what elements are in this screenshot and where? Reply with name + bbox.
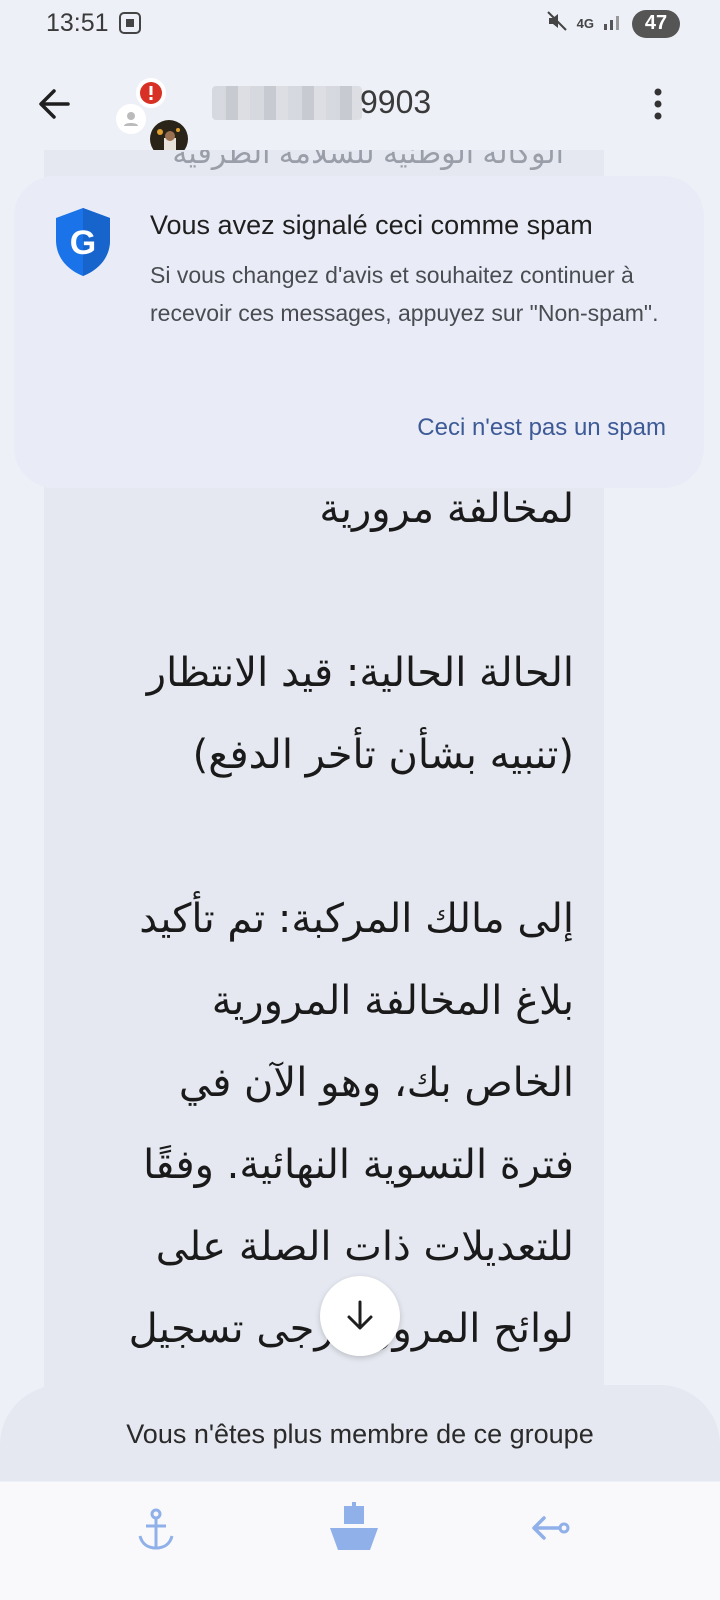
contact-avatar-group[interactable] xyxy=(110,78,194,158)
more-vert-icon xyxy=(654,88,662,120)
spam-description: Si vous changez d'avis et souhaitez cont… xyxy=(150,262,659,326)
shield-icon: G xyxy=(52,206,114,278)
group-notice: Vous n'êtes plus membre de ce groupe xyxy=(0,1385,720,1481)
conversation-app-bar: 9903 xyxy=(0,60,720,158)
alert-badge-icon xyxy=(136,78,166,108)
group-notice-text: Vous n'êtes plus membre de ce groupe xyxy=(126,1419,594,1449)
person-icon xyxy=(116,104,146,134)
redacted-contact-number xyxy=(212,86,362,120)
shield-letter: G xyxy=(70,224,96,262)
arrow-left-icon[interactable] xyxy=(528,1506,572,1555)
arrow-down-icon xyxy=(347,1300,373,1330)
spam-notice-card: G Vous avez signalé ceci comme spam Si v… xyxy=(14,176,704,488)
more-options-button[interactable] xyxy=(636,82,680,126)
message-partial-line: الوكالة الوطنية للسلامة الطرقية xyxy=(172,150,564,170)
back-button[interactable] xyxy=(32,82,76,126)
status-icons: 4G 47 xyxy=(545,9,680,38)
scroll-to-bottom-button[interactable] xyxy=(320,1276,400,1356)
network-label: 4G xyxy=(576,16,594,31)
battery-indicator: 47 xyxy=(632,9,680,38)
status-time: 13:51 xyxy=(46,9,109,37)
message-text: لمخالفة مرورية الحالة الحالية: قيد الانت… xyxy=(128,486,574,1352)
ship-icon[interactable] xyxy=(326,1500,382,1561)
back-arrow-icon xyxy=(39,89,70,119)
screenshot-icon xyxy=(118,11,142,40)
status-bar: 13:51 4G 47 xyxy=(0,0,720,48)
not-spam-button[interactable]: Ceci n'est pas un spam xyxy=(417,414,666,442)
spam-title: Vous avez signalé ceci comme spam xyxy=(150,210,593,240)
signal-icon xyxy=(602,10,624,37)
contact-title[interactable]: 9903 xyxy=(360,84,431,121)
mute-icon xyxy=(545,9,569,38)
anchor-icon[interactable] xyxy=(132,1506,180,1559)
bottom-navigation xyxy=(0,1482,720,1600)
